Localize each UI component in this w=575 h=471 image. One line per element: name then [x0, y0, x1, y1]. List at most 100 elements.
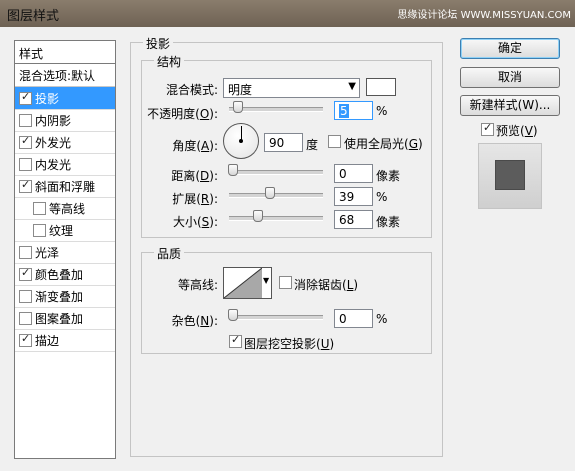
check-icon: ✓ — [21, 178, 31, 191]
style-item-checkbox[interactable] — [19, 158, 32, 171]
style-item[interactable]: ✓ 外发光 — [15, 131, 115, 154]
style-item-checkbox[interactable] — [33, 202, 46, 215]
distance-unit: 像素 — [376, 169, 401, 183]
distance-slider-thumb[interactable] — [228, 164, 238, 176]
angle-unit: 度 — [306, 138, 319, 152]
style-item[interactable]: 光泽 — [15, 241, 115, 264]
noise-slider-thumb[interactable] — [228, 309, 238, 321]
angle-input[interactable]: 90 — [264, 133, 303, 152]
opacity-slider-thumb[interactable] — [232, 101, 243, 113]
contour-picker[interactable] — [223, 267, 263, 299]
style-item-label: 内发光 — [35, 158, 72, 172]
opacity-slider-track[interactable] — [229, 107, 323, 112]
style-item[interactable]: ✓ 颜色叠加 — [15, 263, 115, 286]
new-style-button[interactable]: 新建样式(W)... — [460, 95, 560, 116]
chevron-down-icon: ▼ — [348, 81, 356, 92]
size-slider-track[interactable] — [229, 216, 323, 221]
distance-label: 距离(D): — [171, 169, 218, 183]
cancel-button[interactable]: 取消 — [460, 67, 560, 88]
quality-title: 品质 — [154, 245, 185, 262]
noise-input[interactable]: 0 — [334, 309, 373, 328]
spread-slider-track[interactable] — [229, 193, 323, 198]
style-item[interactable]: 纹理 — [15, 219, 115, 242]
opacity-input[interactable]: 5 — [334, 101, 373, 120]
angle-center-dot — [239, 139, 243, 143]
style-item-checkbox[interactable] — [33, 224, 46, 237]
spread-unit: % — [376, 190, 388, 204]
dialog-client: 样式 混合选项:默认 ✓ 投影 内阴影 ✓ 外发光 内发光 ✓ 斜面和浮雕 等高线 纹理 光泽 ✓ 颜色… — [0, 27, 575, 471]
preview-swatch — [478, 143, 542, 209]
knockout-checkbox[interactable]: ✓ — [229, 333, 242, 348]
style-item-checkbox[interactable]: ✓ — [19, 90, 32, 105]
antialias-label: 消除锯齿(L) — [294, 278, 359, 292]
blend-color-swatch[interactable] — [366, 78, 396, 96]
distance-input[interactable]: 0 — [334, 164, 373, 183]
noise-unit: % — [376, 312, 388, 326]
style-item-checkbox[interactable] — [19, 114, 32, 127]
blend-mode-value: 明度 — [228, 83, 253, 97]
style-item[interactable]: 内阴影 — [15, 109, 115, 132]
style-item[interactable]: 等高线 — [15, 197, 115, 220]
window-title: 图层样式 — [7, 9, 60, 24]
style-item-label: 斜面和浮雕 — [35, 180, 96, 194]
size-label: 大小(S): — [172, 215, 218, 229]
style-item-label: 光泽 — [35, 246, 60, 260]
style-item[interactable]: 图案叠加 — [15, 307, 115, 330]
ok-button[interactable]: 确定 — [460, 38, 560, 59]
style-item[interactable]: 内发光 — [15, 153, 115, 176]
preview-checkbox[interactable]: ✓ — [481, 121, 494, 136]
distance-slider-track[interactable] — [229, 170, 323, 175]
check-icon: ✓ — [21, 266, 31, 279]
style-item[interactable]: ✓ 描边 — [15, 329, 115, 352]
style-item-label: 渐变叠加 — [35, 290, 84, 304]
style-item-label: 颜色叠加 — [35, 268, 84, 282]
antialias-checkbox[interactable] — [279, 276, 292, 289]
style-list-header-label: 样式 — [19, 47, 44, 61]
opacity-label: 不透明度(O): — [147, 107, 218, 121]
check-icon: ✓ — [21, 134, 31, 147]
style-item-checkbox[interactable]: ✓ — [19, 332, 32, 347]
structure-title: 结构 — [154, 53, 185, 70]
angle-dial[interactable] — [223, 123, 259, 159]
style-item-checkbox[interactable]: ✓ — [19, 134, 32, 149]
spread-label: 扩展(R): — [172, 192, 218, 206]
blend-mode-label: 混合模式: — [165, 83, 218, 97]
preview-sample — [495, 160, 525, 190]
size-slider-thumb[interactable] — [253, 210, 264, 222]
noise-slider-track[interactable] — [229, 315, 323, 320]
blend-mode-select[interactable]: 明度 ▼ — [223, 78, 360, 98]
style-item-label: 外发光 — [35, 136, 72, 150]
chevron-down-icon: ▼ — [263, 276, 270, 285]
style-item-checkbox[interactable] — [19, 312, 32, 325]
style-item-checkbox[interactable]: ✓ — [19, 266, 32, 281]
contour-dropdown-button[interactable]: ▼ — [262, 267, 272, 299]
contour-curve-icon — [223, 267, 263, 299]
contour-label: 等高线: — [177, 278, 218, 292]
style-list: 样式 混合选项:默认 ✓ 投影 内阴影 ✓ 外发光内发光 ✓ 斜面和浮雕等高线纹理光泽 ✓ 颜色… — [14, 40, 116, 459]
style-item-checkbox[interactable] — [19, 246, 32, 259]
style-item-label: 等高线 — [49, 202, 86, 216]
blend-options-item[interactable]: 混合选项:默认 — [15, 64, 115, 87]
size-input[interactable]: 68 — [334, 210, 373, 229]
spread-input[interactable]: 39 — [334, 187, 373, 206]
global-light-checkbox[interactable] — [328, 135, 341, 148]
style-item[interactable]: 渐变叠加 — [15, 285, 115, 308]
check-icon: ✓ — [21, 90, 31, 103]
noise-label: 杂色(N): — [171, 314, 218, 328]
size-unit: 像素 — [376, 215, 401, 229]
style-item[interactable]: ✓ 投影 — [15, 87, 115, 110]
angle-label: 角度(A): — [172, 139, 218, 153]
style-item-label: 纹理 — [49, 224, 74, 238]
title-bar[interactable]: 图层样式 思缘设计论坛 WWW.MISSYUAN.COM — [0, 0, 575, 27]
style-item-label: 图案叠加 — [35, 312, 84, 326]
preview-label: 预览(V) — [496, 124, 538, 138]
blend-options-label: 混合选项:默认 — [19, 69, 96, 83]
style-item[interactable]: ✓ 斜面和浮雕 — [15, 175, 115, 198]
opacity-unit: % — [376, 104, 388, 118]
knockout-label: 图层挖空投影(U) — [244, 337, 335, 351]
style-item-checkbox[interactable]: ✓ — [19, 178, 32, 193]
drop-shadow-title: 投影 — [143, 35, 174, 52]
spread-slider-thumb[interactable] — [264, 187, 275, 199]
style-item-checkbox[interactable] — [19, 290, 32, 303]
style-list-header[interactable]: 样式 — [15, 41, 115, 64]
